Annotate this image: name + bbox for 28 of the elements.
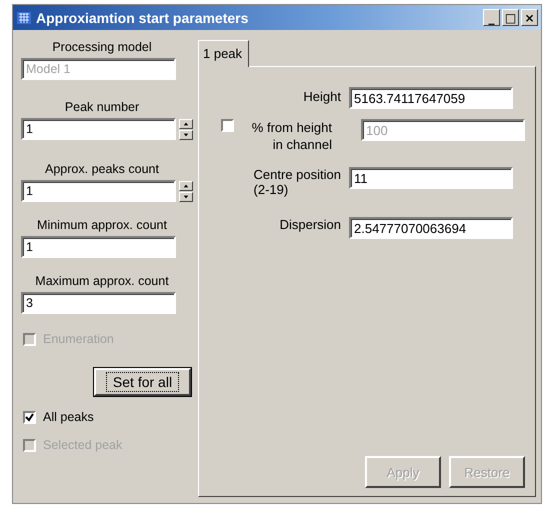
tab[interactable]: 1 peak bbox=[198, 40, 250, 67]
grid-icon bbox=[16, 10, 32, 26]
text-field[interactable]: 11 bbox=[349, 167, 513, 189]
field-label: Dispersion bbox=[280, 217, 341, 232]
text-field[interactable]: 5163.74117647059 bbox=[349, 87, 513, 109]
field-label: Maximum approx. count bbox=[35, 274, 169, 288]
range-hint: (2-19) bbox=[254, 182, 288, 197]
text-field[interactable]: 1 bbox=[21, 118, 176, 140]
field-label: Minimum approx. count bbox=[37, 218, 167, 232]
text-field[interactable]: 3 bbox=[21, 292, 176, 314]
close-button[interactable]: × bbox=[521, 9, 538, 26]
text-field[interactable]: 2.54777070063694 bbox=[349, 217, 513, 239]
minimize-button[interactable]: _ bbox=[483, 9, 500, 26]
maximize-button[interactable]: □ bbox=[502, 9, 519, 26]
set-for-all-button[interactable]: Set for all bbox=[94, 368, 191, 396]
checkbox[interactable] bbox=[23, 410, 36, 424]
checkbox-label: All peaks bbox=[43, 410, 94, 424]
text-field[interactable]: 1 bbox=[21, 236, 176, 258]
checkbox-label: % from height in channel bbox=[250, 119, 332, 153]
field-label: Height bbox=[303, 89, 341, 104]
text-field[interactable]: 1 bbox=[21, 180, 176, 202]
window-title: Approxiamtion start parameters bbox=[36, 10, 250, 26]
spin-buttons[interactable] bbox=[179, 118, 193, 140]
spin-buttons[interactable] bbox=[179, 180, 193, 202]
field-label: Peak number bbox=[64, 100, 140, 114]
field-label: Centre position bbox=[254, 167, 341, 182]
field-label: Approx. peaks count bbox=[45, 162, 159, 176]
field-label: Processing model bbox=[52, 40, 152, 54]
